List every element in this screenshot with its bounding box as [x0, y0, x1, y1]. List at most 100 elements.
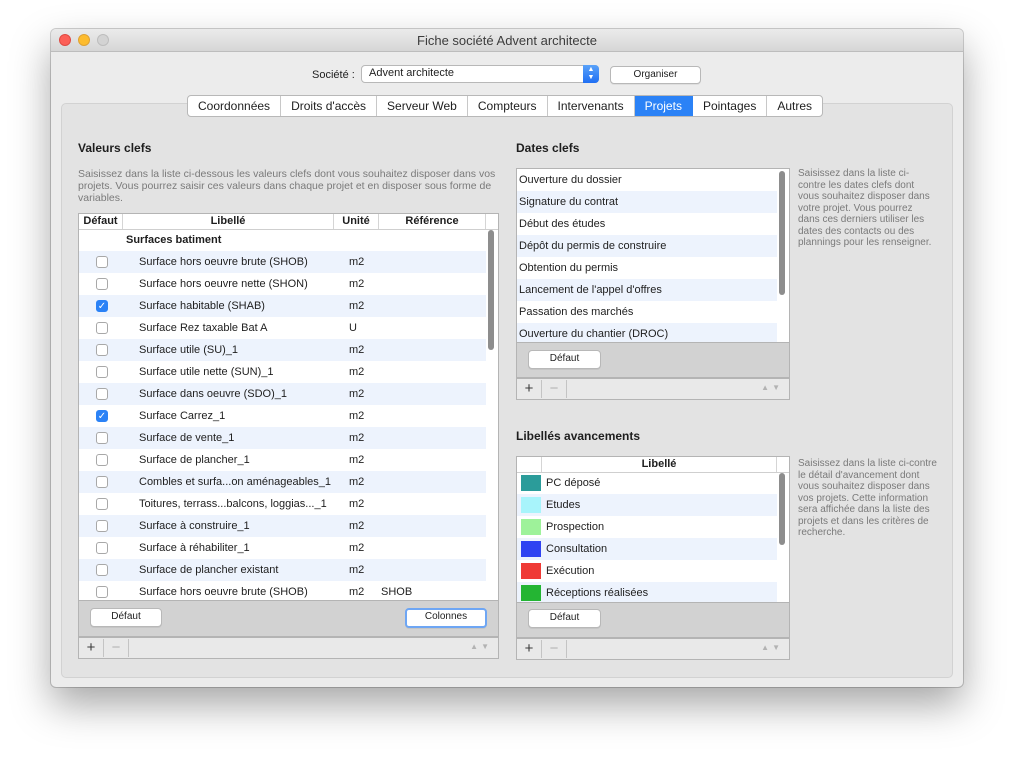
list-item[interactable]: Réceptions réalisées — [517, 582, 777, 602]
list-item[interactable]: Ouverture du dossier — [517, 169, 777, 191]
list-item[interactable]: Dépôt du permis de construire — [517, 235, 777, 257]
table-row[interactable]: Surface utile (SU)_1 m2 — [79, 339, 486, 361]
color-swatch[interactable] — [521, 563, 541, 579]
unite-cell: m2 — [349, 454, 365, 466]
list-item[interactable]: Etudes — [517, 494, 777, 516]
table-row[interactable]: Toitures, terrass...balcons, loggias..._… — [79, 493, 486, 515]
libelle-cell: Surface Rez taxable Bat A — [139, 322, 268, 334]
organiser-button[interactable]: Organiser — [610, 66, 701, 84]
table-row[interactable]: Surface de vente_1 m2 — [79, 427, 486, 449]
default-checkbox[interactable] — [96, 322, 108, 334]
table-row[interactable]: Surface hors oeuvre nette (SHON) m2 — [79, 273, 486, 295]
list-item[interactable]: Exécution — [517, 560, 777, 582]
valeurs-table[interactable]: Défaut Libellé Unité Référence Surfaces … — [78, 213, 499, 601]
libelle-cell: Surface de vente_1 — [139, 432, 235, 444]
remove-icon[interactable]: − — [542, 380, 567, 398]
default-checkbox[interactable] — [96, 432, 108, 444]
default-checkbox[interactable] — [96, 278, 108, 290]
column-header-reference[interactable]: Référence — [379, 214, 486, 229]
dates-scroll-thumb[interactable] — [779, 171, 785, 295]
table-row[interactable]: Surface de plancher_1 m2 — [79, 449, 486, 471]
color-swatch[interactable] — [521, 497, 541, 513]
societe-label: Société : — [312, 69, 355, 81]
list-item[interactable]: Passation des marchés — [517, 301, 777, 323]
default-checkbox[interactable] — [96, 498, 108, 510]
column-header-libelle[interactable]: Libellé — [123, 214, 334, 229]
add-icon[interactable]: + — [517, 640, 542, 658]
avancements-scrollbar[interactable] — [777, 473, 787, 601]
valeurs-defaut-button[interactable]: Défaut — [90, 608, 162, 627]
date-label: Passation des marchés — [519, 306, 634, 318]
tab-autres[interactable]: Autres — [767, 96, 822, 116]
list-item[interactable]: Consultation — [517, 538, 777, 560]
default-checkbox[interactable] — [96, 344, 108, 356]
tab-projets[interactable]: Projets — [634, 96, 693, 116]
add-icon[interactable]: + — [79, 639, 104, 657]
column-header-libelle[interactable]: Libellé — [541, 457, 777, 472]
default-checkbox[interactable] — [96, 388, 108, 400]
add-icon[interactable]: + — [517, 380, 542, 398]
color-swatch[interactable] — [521, 475, 541, 491]
dates-defaut-button[interactable]: Défaut — [528, 350, 601, 369]
list-item[interactable]: PC déposé — [517, 472, 777, 494]
sort-arrows-icon: ▲▼ — [761, 643, 783, 652]
valeurs-scrollbar[interactable] — [486, 230, 496, 600]
list-item[interactable]: Début des études — [517, 213, 777, 235]
default-checkbox[interactable] — [96, 366, 108, 378]
tab-droits-d-acc-s[interactable]: Droits d'accès — [281, 96, 378, 116]
list-item[interactable]: Ouverture du chantier (DROC) — [517, 323, 777, 342]
default-checkbox[interactable] — [96, 564, 108, 576]
table-row[interactable]: ✓ Surface Carrez_1 m2 — [79, 405, 486, 427]
column-header-unite[interactable]: Unité — [334, 214, 379, 229]
tab-coordonn-es[interactable]: Coordonnées — [188, 96, 282, 116]
column-header-defaut[interactable]: Défaut — [79, 214, 123, 229]
tab-intervenants[interactable]: Intervenants — [548, 96, 635, 116]
avancements-scroll-thumb[interactable] — [779, 473, 785, 545]
default-checkbox[interactable]: ✓ — [96, 300, 108, 312]
list-item[interactable]: Obtention du permis — [517, 257, 777, 279]
list-item[interactable]: Signature du contrat — [517, 191, 777, 213]
table-row[interactable]: Surface hors oeuvre brute (SHOB) m2 SHOB — [79, 581, 486, 600]
list-item[interactable]: Prospection — [517, 516, 777, 538]
color-swatch[interactable] — [521, 519, 541, 535]
libelle-cell: Surface de plancher existant — [139, 564, 279, 576]
color-swatch[interactable] — [521, 585, 541, 601]
libelle-cell: Combles et surfa...on aménageables_1 — [139, 476, 332, 488]
tab-serveur-web[interactable]: Serveur Web — [377, 96, 468, 116]
table-row[interactable]: ✓ Surface habitable (SHAB) m2 — [79, 295, 486, 317]
societe-select[interactable]: Advent architecte ▲ ▼ — [361, 65, 599, 83]
default-checkbox[interactable] — [96, 454, 108, 466]
table-row[interactable]: Surface de plancher existant m2 — [79, 559, 486, 581]
table-row[interactable]: Combles et surfa...on aménageables_1 m2 — [79, 471, 486, 493]
list-item[interactable]: Lancement de l'appel d'offres — [517, 279, 777, 301]
group-row[interactable]: Surfaces batiment — [79, 229, 486, 251]
color-swatch[interactable] — [521, 541, 541, 557]
reference-cell: SHOB — [381, 586, 413, 598]
avancements-defaut-button[interactable]: Défaut — [528, 609, 601, 628]
valeurs-scroll-thumb[interactable] — [488, 230, 494, 350]
remove-icon[interactable]: − — [104, 639, 129, 657]
table-row[interactable]: Surface à construire_1 m2 — [79, 515, 486, 537]
table-row[interactable]: Surface dans oeuvre (SDO)_1 m2 — [79, 383, 486, 405]
remove-icon[interactable]: − — [542, 640, 567, 658]
default-checkbox[interactable]: ✓ — [96, 410, 108, 422]
tab-pointages[interactable]: Pointages — [693, 96, 768, 116]
dates-scrollbar[interactable] — [777, 171, 787, 341]
default-checkbox[interactable] — [96, 542, 108, 554]
colonnes-button[interactable]: Colonnes — [405, 608, 487, 628]
dates-list[interactable]: Ouverture du dossier Signature du contrat… — [516, 168, 790, 343]
default-checkbox[interactable] — [96, 586, 108, 598]
default-checkbox[interactable] — [96, 476, 108, 488]
default-checkbox[interactable] — [96, 256, 108, 268]
tab-compteurs[interactable]: Compteurs — [468, 96, 548, 116]
table-row[interactable]: Surface à réhabiliter_1 m2 — [79, 537, 486, 559]
avancements-list[interactable]: Libellé PC déposé Etudes Prospection Consul… — [516, 456, 790, 603]
table-row[interactable]: Surface Rez taxable Bat A U — [79, 317, 486, 339]
title-bar: Fiche société Advent architecte — [51, 29, 963, 52]
default-checkbox[interactable] — [96, 520, 108, 532]
table-row[interactable]: Surface hors oeuvre brute (SHOB) m2 — [79, 251, 486, 273]
updown-chevron-icon[interactable]: ▲ ▼ — [583, 65, 599, 83]
unite-cell: m2 — [349, 388, 365, 400]
table-row[interactable]: Surface utile nette (SUN)_1 m2 — [79, 361, 486, 383]
dates-help: Saisissez dans la liste ci-contre les da… — [798, 168, 932, 248]
